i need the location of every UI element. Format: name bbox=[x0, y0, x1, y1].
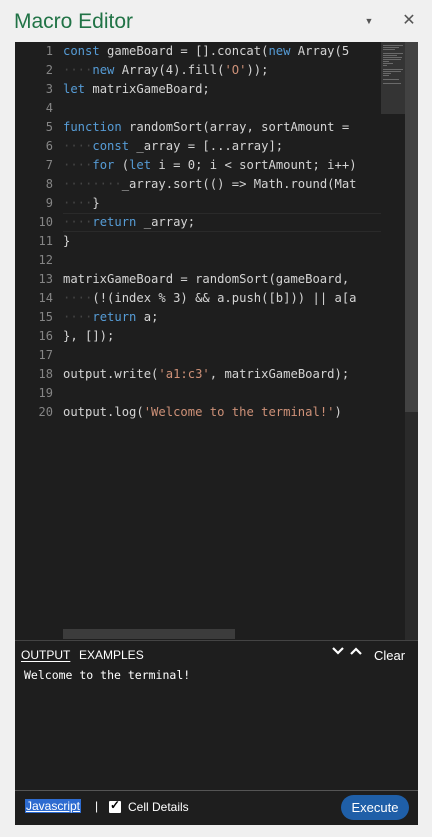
line-number: 9 bbox=[45, 196, 53, 210]
check-icon: ✓ bbox=[110, 798, 121, 812]
code-line[interactable]: ········_array.sort(() => Math.round(Mat bbox=[63, 175, 357, 194]
vertical-scrollbar[interactable] bbox=[405, 42, 418, 640]
line-number: 16 bbox=[38, 329, 53, 343]
line-number: 20 bbox=[38, 405, 53, 419]
close-icon[interactable]: ✕ bbox=[400, 12, 418, 30]
code-line[interactable]: ····new Array(4).fill('O')); bbox=[63, 61, 268, 80]
chevron-up-icon[interactable] bbox=[349, 644, 363, 662]
minimap-line bbox=[383, 71, 401, 72]
minimap-line bbox=[383, 79, 399, 80]
separator: | bbox=[95, 799, 99, 813]
code-line[interactable]: output.log('Welcome to the terminal!') bbox=[63, 403, 342, 422]
chevron-down-icon[interactable] bbox=[331, 644, 345, 662]
output-panel: OUTPUT EXAMPLES Clear Welcome to the ter… bbox=[15, 640, 418, 791]
minimap-line bbox=[383, 59, 401, 60]
language-selector[interactable]: Javascript bbox=[25, 799, 82, 813]
code-line[interactable]: matrixGameBoard = randomSort(gameBoard, bbox=[63, 270, 349, 289]
minimap-line bbox=[383, 47, 399, 48]
code-line[interactable]: function randomSort(array, sortAmount = bbox=[63, 118, 349, 137]
minimap-line bbox=[383, 45, 403, 46]
vertical-scrollbar-thumb[interactable] bbox=[405, 42, 418, 412]
line-number: 17 bbox=[38, 348, 53, 362]
code-line[interactable]: ····return a; bbox=[63, 308, 158, 327]
window-title: Macro Editor bbox=[14, 10, 134, 33]
line-number: 11 bbox=[38, 234, 53, 248]
code-line[interactable]: } bbox=[63, 232, 70, 251]
code-line[interactable]: output.write('a1:c3', matrixGameBoard); bbox=[63, 365, 349, 384]
line-number: 14 bbox=[38, 291, 53, 305]
code-line[interactable]: ····(!(index % 3) && a.push([b])) || a[a bbox=[63, 289, 357, 308]
code-line[interactable]: const gameBoard = [].concat(new Array(5 bbox=[63, 42, 349, 61]
clear-button[interactable]: Clear bbox=[374, 648, 405, 663]
execute-button[interactable]: Execute bbox=[341, 795, 409, 820]
code-line[interactable]: ····return _array; bbox=[63, 213, 195, 232]
line-number: 4 bbox=[45, 101, 53, 115]
line-number-gutter: 1 2 3 4 5 6 7 8 9 10 11 12 13 14 15 16 1… bbox=[15, 42, 63, 640]
minimap-line bbox=[383, 49, 395, 50]
title-bar: Macro Editor ▼ ✕ bbox=[0, 0, 432, 42]
code-line[interactable]: ····const _array = [...array]; bbox=[63, 137, 283, 156]
code-line[interactable]: ····} bbox=[63, 194, 100, 213]
minimap-line bbox=[383, 83, 401, 84]
line-number: 3 bbox=[45, 82, 53, 96]
cell-details-checkbox[interactable]: ✓ bbox=[109, 798, 121, 813]
minimap-line bbox=[383, 61, 389, 62]
horizontal-scrollbar-thumb[interactable] bbox=[63, 629, 235, 639]
cell-details-label[interactable]: Cell Details bbox=[128, 800, 189, 814]
line-number: 8 bbox=[45, 177, 53, 191]
line-number: 19 bbox=[38, 386, 53, 400]
code-line[interactable]: ····for (let i = 0; i < sortAmount; i++) bbox=[63, 156, 357, 175]
line-number: 2 bbox=[45, 63, 53, 77]
minimap-line bbox=[383, 55, 397, 56]
minimap-line bbox=[383, 53, 403, 54]
minimap-line bbox=[383, 73, 391, 74]
line-number: 13 bbox=[38, 272, 53, 286]
dropdown-icon[interactable]: ▼ bbox=[360, 12, 378, 30]
code-line[interactable]: }, []); bbox=[63, 327, 114, 346]
line-number: 18 bbox=[38, 367, 53, 381]
code-area[interactable]: const gameBoard = [].concat(new Array(5 ·… bbox=[63, 42, 381, 640]
line-number: 12 bbox=[38, 253, 53, 267]
minimap[interactable] bbox=[381, 42, 405, 640]
minimap-line bbox=[383, 75, 389, 76]
line-number: 10 bbox=[38, 215, 53, 229]
tab-output[interactable]: OUTPUT bbox=[21, 648, 70, 662]
minimap-line bbox=[383, 57, 402, 58]
line-number: 1 bbox=[45, 44, 53, 58]
output-text: Welcome to the terminal! bbox=[24, 668, 191, 682]
code-editor[interactable]: 1 2 3 4 5 6 7 8 9 10 11 12 13 14 15 16 1… bbox=[15, 42, 418, 640]
code-line[interactable]: let matrixGameBoard; bbox=[63, 80, 210, 99]
line-number: 15 bbox=[38, 310, 53, 324]
minimap-line bbox=[383, 65, 387, 66]
line-number: 6 bbox=[45, 139, 53, 153]
footer-bar: Javascript | ✓ Cell Details Execute bbox=[15, 790, 418, 825]
line-number: 5 bbox=[45, 120, 53, 134]
line-number: 7 bbox=[45, 158, 53, 172]
minimap-line bbox=[383, 69, 403, 70]
minimap-line bbox=[383, 63, 393, 64]
tab-examples[interactable]: EXAMPLES bbox=[79, 648, 144, 662]
